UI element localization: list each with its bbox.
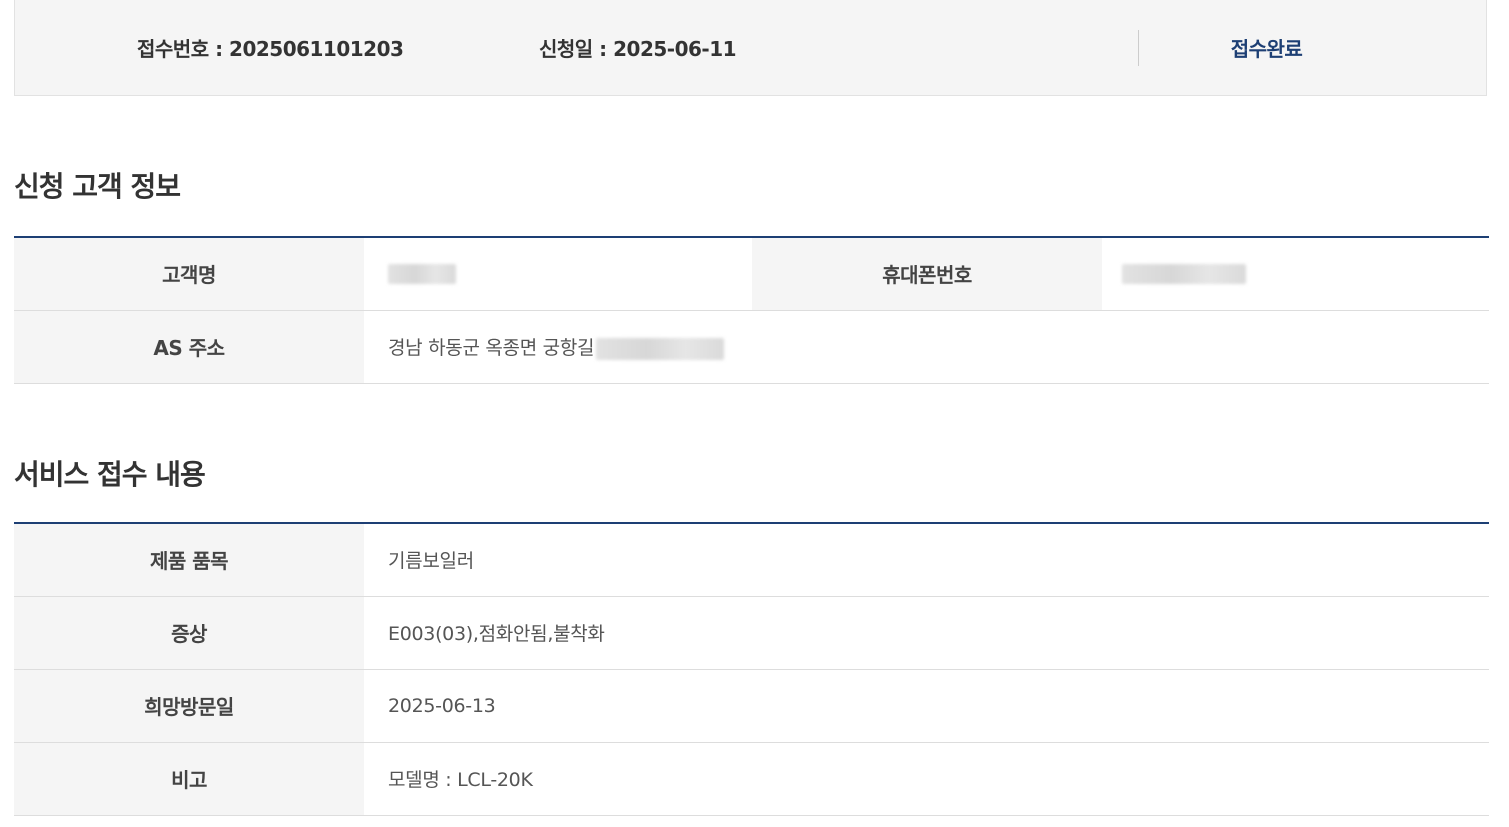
table-row: 희망방문일 2025-06-13 xyxy=(14,669,1489,743)
receipt-number: 접수번호 : 2025061101203 xyxy=(137,37,404,61)
customer-info-table: 고객명 휴대폰번호 AS 주소 경남 하동군 옥종면 궁항길 xyxy=(14,236,1489,384)
address-text: 경남 하동군 옥종면 궁항길 xyxy=(388,337,595,359)
visit-date-label: 희망방문일 xyxy=(14,669,364,743)
service-info-table: 제품 품목 기름보일러 증상 E003(03),점화안됨,불착화 희망방문일 2… xyxy=(14,522,1489,816)
table-row: 고객명 휴대폰번호 xyxy=(14,237,1489,311)
address-label: AS 주소 xyxy=(14,310,364,384)
table-row: 증상 E003(03),점화안됨,불착화 xyxy=(14,596,1489,670)
receipt-summary-bar: 접수번호 : 2025061101203 신청일 : 2025-06-11 접수… xyxy=(14,0,1487,96)
symptom-label: 증상 xyxy=(14,596,364,670)
redacted-name xyxy=(388,264,456,285)
phone-value xyxy=(1102,237,1489,311)
table-row: 제품 품목 기름보일러 xyxy=(14,523,1489,597)
redacted-address-detail xyxy=(596,337,725,360)
apply-date: 신청일 : 2025-06-11 xyxy=(539,37,737,61)
status-badge: 접수완료 xyxy=(1230,37,1303,61)
phone-label: 휴대폰번호 xyxy=(752,237,1102,311)
table-row: AS 주소 경남 하동군 옥종면 궁항길 xyxy=(14,310,1489,384)
symptom-value: E003(03),점화안됨,불착화 xyxy=(364,596,1489,670)
note-label: 비고 xyxy=(14,742,364,816)
redacted-phone xyxy=(1122,264,1246,285)
note-value: 모델명 : LCL-20K xyxy=(364,742,1489,816)
customer-info-title: 신청 고객 정보 xyxy=(14,170,181,203)
product-value: 기름보일러 xyxy=(364,523,1489,597)
product-label: 제품 품목 xyxy=(14,523,364,597)
table-row: 비고 모델명 : LCL-20K xyxy=(14,742,1489,816)
customer-name-label: 고객명 xyxy=(14,237,364,311)
address-value: 경남 하동군 옥종면 궁항길 xyxy=(364,310,1489,384)
service-info-title: 서비스 접수 내용 xyxy=(14,458,206,491)
customer-name-value xyxy=(364,237,752,311)
visit-date-value: 2025-06-13 xyxy=(364,669,1489,743)
